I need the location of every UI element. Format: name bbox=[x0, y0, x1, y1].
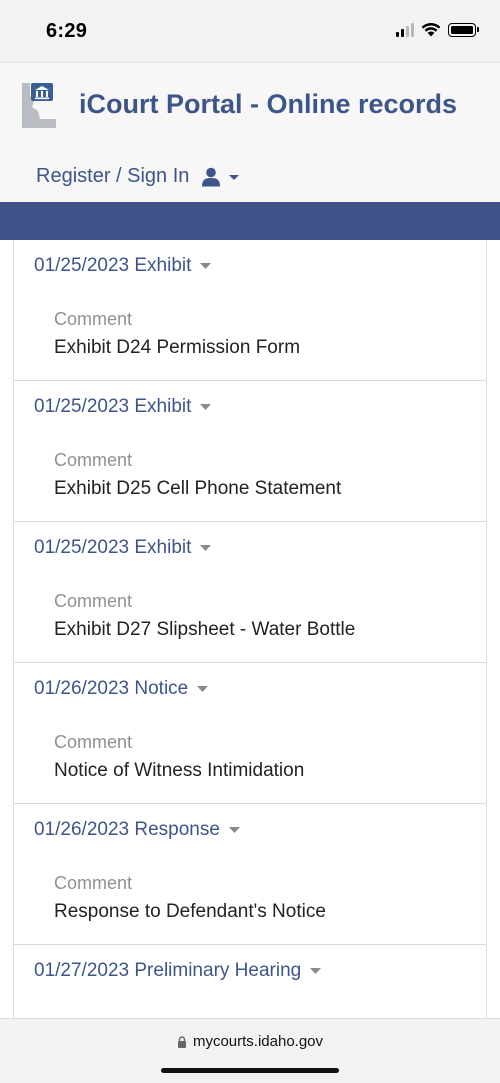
entry-toggle[interactable]: 01/25/2023 Exhibit bbox=[34, 396, 212, 418]
comment-label: Comment bbox=[54, 732, 133, 752]
status-time: 6:29 bbox=[46, 20, 88, 42]
caret-down-icon bbox=[229, 174, 240, 180]
register-sign-in-label: Register / Sign In bbox=[36, 165, 190, 187]
comment-label: Comment bbox=[54, 873, 133, 893]
comment-label: Comment bbox=[54, 591, 133, 611]
list-item: 01/25/2023 Exhibit Comment Exhibit D27 S… bbox=[14, 522, 486, 663]
wifi-icon bbox=[421, 22, 441, 37]
list-item: 01/25/2023 Exhibit Comment Exhibit D24 P… bbox=[14, 240, 486, 381]
status-bar: 6:29 bbox=[0, 0, 500, 62]
list-item: 01/26/2023 Response Comment Response to … bbox=[14, 804, 486, 945]
entry-toggle[interactable]: 01/25/2023 Exhibit bbox=[34, 255, 212, 277]
entry-toggle[interactable]: 01/25/2023 Exhibit bbox=[34, 537, 212, 559]
signal-icon bbox=[396, 22, 414, 37]
entry-heading: 01/25/2023 Exhibit bbox=[34, 537, 192, 558]
register-sign-in-button[interactable]: Register / Sign In bbox=[36, 165, 240, 188]
comment-label: Comment bbox=[54, 309, 133, 329]
entry-heading: 01/26/2023 Response bbox=[34, 819, 220, 840]
caret-down-icon bbox=[228, 827, 240, 833]
list-item: 01/25/2023 Exhibit Comment Exhibit D25 C… bbox=[14, 381, 486, 522]
idaho-courthouse-logo-icon[interactable] bbox=[18, 81, 58, 129]
comment-text: Exhibit D24 Permission Form bbox=[54, 337, 301, 358]
comment-text: Notice of Witness Intimidation bbox=[54, 760, 305, 781]
comment-text: Exhibit D25 Cell Phone Statement bbox=[54, 478, 342, 499]
caret-down-icon bbox=[200, 263, 212, 269]
list-item: 01/26/2023 Notice Comment Notice of Witn… bbox=[14, 663, 486, 804]
header-band bbox=[0, 202, 500, 240]
lock-icon bbox=[177, 1035, 186, 1048]
entry-heading: 01/25/2023 Exhibit bbox=[34, 396, 192, 417]
entry-heading: 01/26/2023 Notice bbox=[34, 678, 189, 699]
entry-toggle[interactable]: 01/26/2023 Notice bbox=[34, 678, 209, 700]
comment-label: Comment bbox=[54, 450, 133, 470]
browser-bottom-bar: mycourts.idaho.gov bbox=[0, 1018, 500, 1083]
comment-text: Exhibit D27 Slipsheet - Water Bottle bbox=[54, 619, 356, 640]
record-list[interactable]: 01/25/2023 Exhibit Comment Exhibit D24 P… bbox=[13, 240, 487, 1020]
status-icons bbox=[396, 22, 479, 37]
entry-toggle[interactable]: 01/27/2023 Preliminary Hearing bbox=[34, 960, 322, 982]
entry-toggle[interactable]: 01/26/2023 Response bbox=[34, 819, 240, 841]
home-indicator[interactable] bbox=[161, 1068, 339, 1073]
caret-down-icon bbox=[310, 968, 322, 974]
battery-icon bbox=[448, 22, 479, 37]
site-header: iCourt Portal - Online records Register … bbox=[0, 62, 500, 202]
user-icon bbox=[202, 167, 221, 186]
list-item: 01/27/2023 Preliminary Hearing bbox=[14, 945, 486, 1020]
caret-down-icon bbox=[200, 404, 212, 410]
address-bar[interactable]: mycourts.idaho.gov bbox=[0, 1033, 500, 1050]
entry-heading: 01/27/2023 Preliminary Hearing bbox=[34, 960, 302, 981]
caret-down-icon bbox=[197, 686, 209, 692]
page-title[interactable]: iCourt Portal - Online records bbox=[79, 89, 457, 120]
entry-heading: 01/25/2023 Exhibit bbox=[34, 255, 192, 276]
comment-text: Response to Defendant's Notice bbox=[54, 901, 326, 922]
url-text: mycourts.idaho.gov bbox=[192, 1033, 324, 1050]
caret-down-icon bbox=[200, 545, 212, 551]
